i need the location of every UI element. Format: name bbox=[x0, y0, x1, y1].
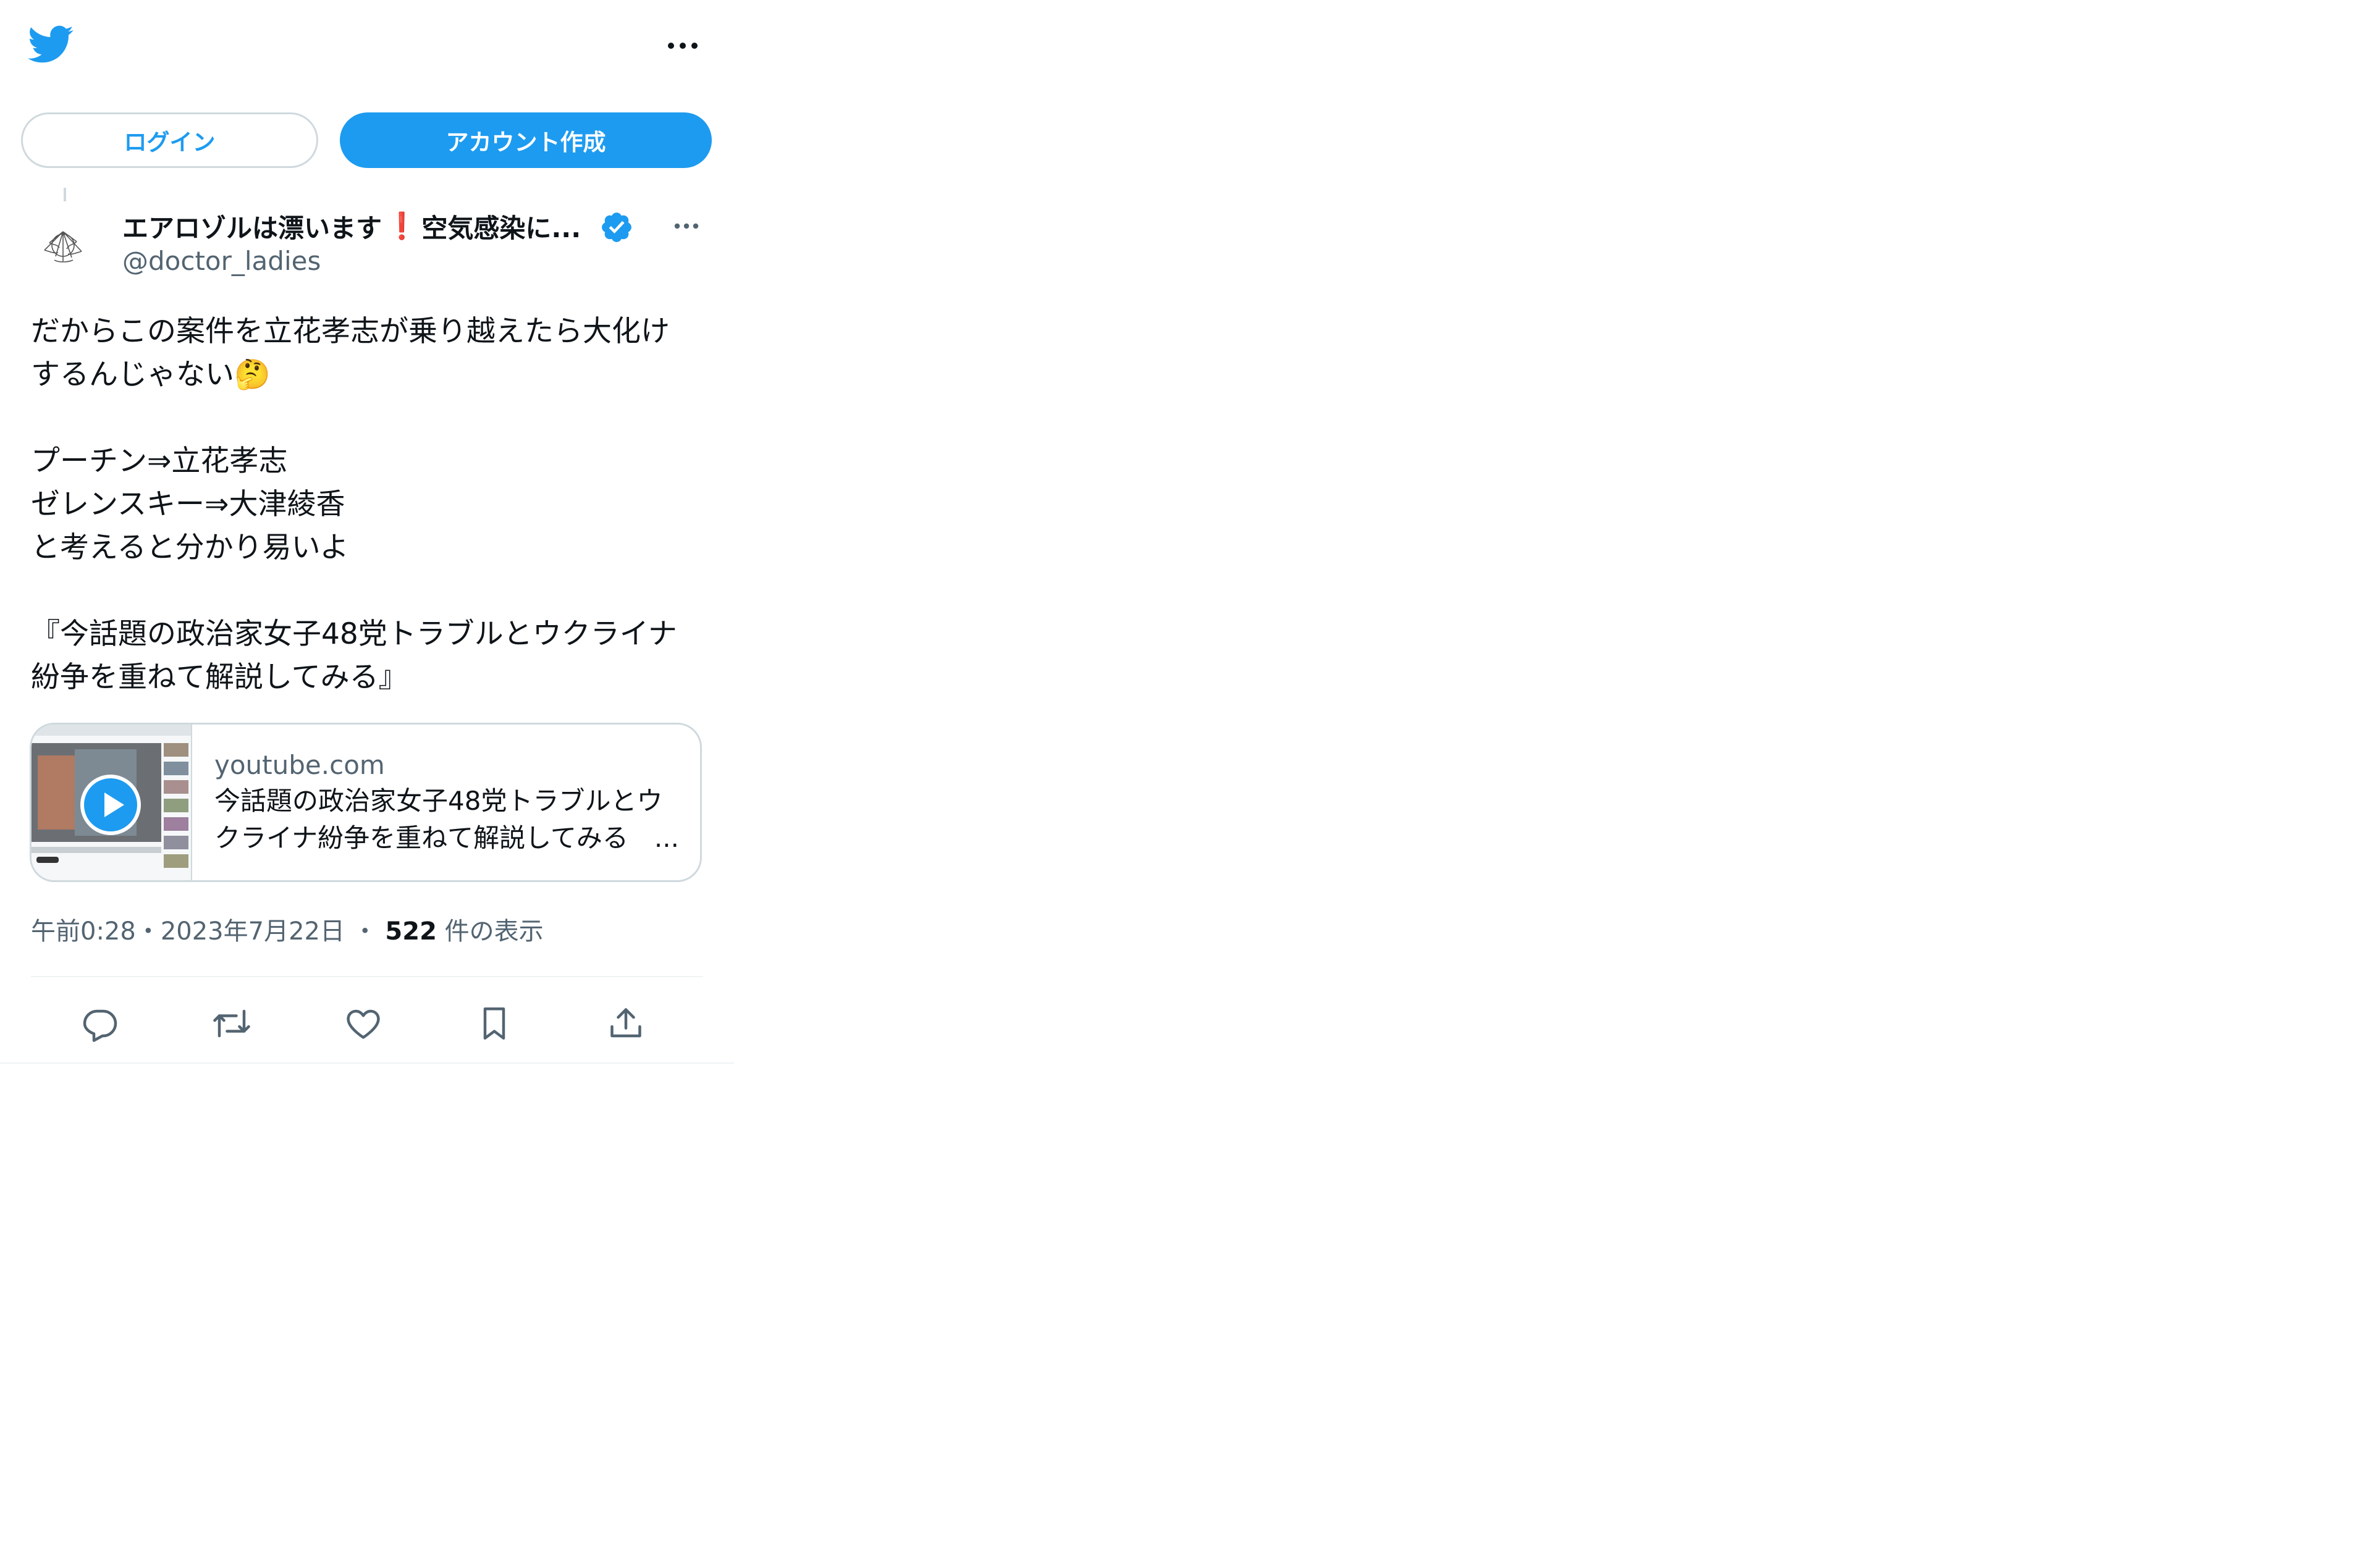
retweet-icon[interactable] bbox=[210, 1002, 253, 1045]
meta-separator: ・ bbox=[135, 917, 161, 946]
tweet-embed-page: ログイン アカウント作成 エアロゾルは漂います ❗ 空気感染に... @doct… bbox=[0, 0, 734, 1067]
link-preview-card[interactable]: youtube.com 今話題の政治家女子48党トラブルとウ クライナ紛争を重ね… bbox=[30, 723, 702, 882]
avatar[interactable] bbox=[31, 213, 96, 278]
login-button[interactable]: ログイン bbox=[21, 112, 318, 168]
divider-bottom bbox=[0, 1062, 734, 1064]
bookmark-icon[interactable] bbox=[473, 1002, 516, 1045]
card-title-line-2: クライナ紛争を重ねて解説してみる ... bbox=[214, 823, 679, 853]
like-icon[interactable] bbox=[342, 1002, 385, 1045]
author-handle[interactable]: @doctor_ladies bbox=[122, 246, 321, 276]
card-body[interactable]: youtube.com 今話題の政治家女子48党トラブルとウ クライナ紛争を重ね… bbox=[192, 725, 700, 880]
create-account-button[interactable]: アカウント作成 bbox=[340, 112, 712, 168]
tweet-more-icon[interactable] bbox=[669, 212, 704, 240]
author-name-text: エアロゾルは漂います bbox=[122, 212, 382, 243]
video-thumbnail[interactable] bbox=[32, 725, 192, 880]
views-label: 件の表示 bbox=[444, 917, 544, 946]
share-icon[interactable] bbox=[604, 1002, 648, 1045]
thread-line bbox=[64, 188, 66, 201]
tweet-meta: 午前0:28・2023年7月22日 ・ 522 件の表示 bbox=[31, 911, 544, 947]
author-name-emoji: ❗ bbox=[386, 211, 418, 241]
tweet-text: だからこの案件を立花孝志が乗り越えたら大化け するんじゃない🤔 プーチン⇒立花孝… bbox=[31, 314, 677, 694]
card-domain: youtube.com bbox=[214, 750, 385, 780]
tweet-date[interactable]: 2023年7月22日 bbox=[161, 917, 345, 946]
reply-icon[interactable] bbox=[78, 1002, 122, 1045]
author-name-suffix: 空気感染に... bbox=[421, 212, 581, 243]
meta-separator: ・ bbox=[352, 917, 378, 946]
video-play-icon[interactable] bbox=[80, 774, 141, 836]
more-horizontal-icon[interactable] bbox=[661, 32, 704, 59]
divider bbox=[31, 976, 703, 977]
verified-badge-icon[interactable] bbox=[599, 210, 634, 245]
twitter-logo-icon[interactable] bbox=[28, 25, 74, 65]
card-title-line-1: 今話題の政治家女子48党トラブルとウ bbox=[214, 786, 663, 816]
views-count: 522 bbox=[385, 917, 437, 946]
author-name[interactable]: エアロゾルは漂います ❗ 空気感染に... bbox=[122, 209, 583, 243]
card-title: 今話題の政治家女子48党トラブルとウ クライナ紛争を重ねて解説してみる ... bbox=[214, 783, 684, 857]
tweet-time[interactable]: 午前0:28 bbox=[31, 917, 136, 946]
